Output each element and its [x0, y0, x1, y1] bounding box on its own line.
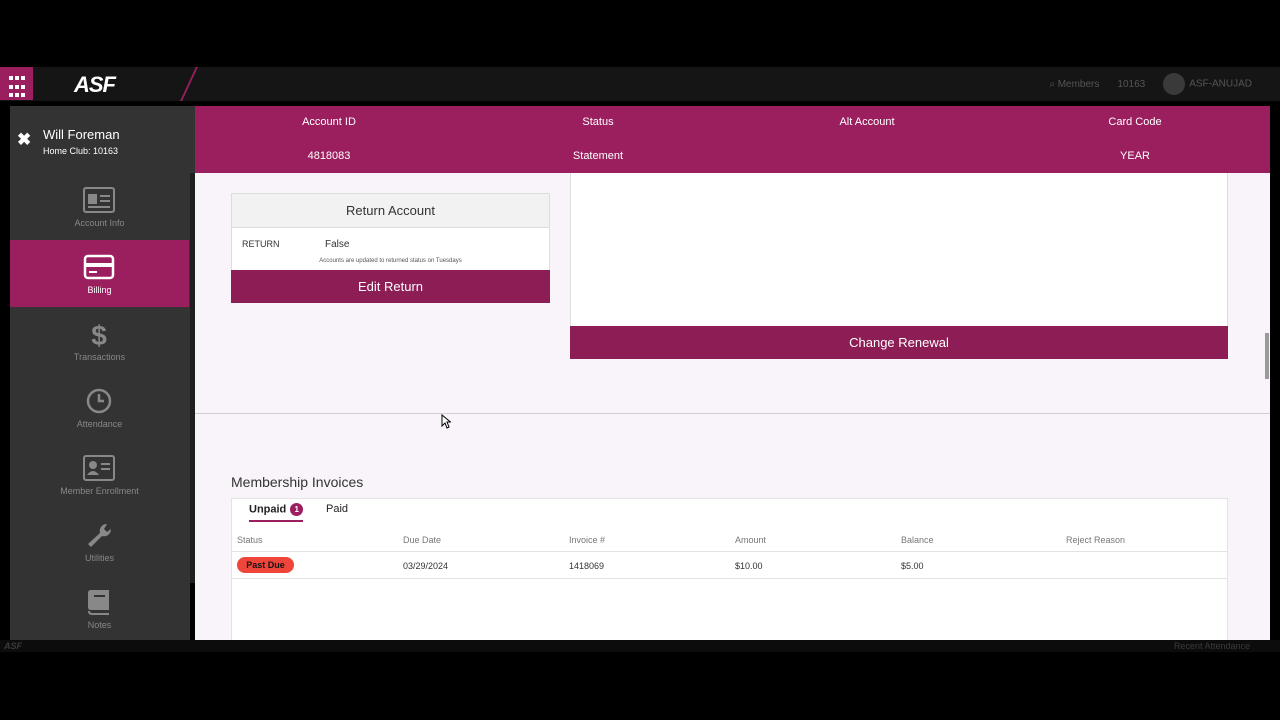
column-header-amount[interactable]: Amount — [735, 535, 766, 545]
member-name: Will Foreman — [43, 127, 120, 142]
dollar-icon: $ — [91, 321, 107, 349]
renewal-card: Change Renewal — [570, 173, 1228, 359]
sidebar-item-member-enrollment[interactable]: Member Enrollment — [10, 441, 189, 508]
close-icon[interactable]: ✖ — [17, 130, 31, 150]
row-separator — [232, 578, 1227, 579]
invoices-card: Unpaid 1 Paid Status Due Date Invoice # A… — [231, 498, 1228, 640]
tab-paid[interactable]: Paid — [326, 503, 348, 519]
top-right-controls: ⌕ Members 10163 ASF-ANUJAD — [1049, 67, 1252, 101]
header-separator — [232, 551, 1227, 552]
return-label: RETURN — [242, 239, 280, 249]
change-renewal-button[interactable]: Change Renewal — [570, 326, 1228, 359]
section-divider — [195, 413, 1270, 414]
page-scrollbar[interactable] — [1265, 333, 1269, 379]
column-header-balance[interactable]: Balance — [901, 535, 934, 545]
sidebar-item-notes[interactable]: Notes — [10, 575, 189, 642]
cell-invoice: 1418069 — [569, 561, 605, 571]
sidebar-item-account-info[interactable]: Account Info — [10, 173, 189, 240]
credit-card-icon — [83, 254, 115, 280]
clock-icon — [86, 388, 112, 414]
return-note: Accounts are updated to returned status … — [319, 258, 462, 264]
wrench-icon — [88, 523, 112, 547]
mouse-cursor-icon — [441, 414, 451, 429]
header-divider — [180, 67, 198, 101]
members-search-link[interactable]: ⌕ Members — [1049, 79, 1099, 90]
club-selector[interactable]: 10163 — [1117, 79, 1145, 90]
cell-due-date: 03/29/2024 — [403, 561, 449, 571]
notebook-icon — [88, 590, 109, 615]
return-value: False — [325, 239, 350, 250]
tab-unpaid[interactable]: Unpaid 1 — [249, 503, 304, 522]
top-app-bar: ASF ⌕ Members 10163 ASF-ANUJAD — [0, 67, 1280, 101]
invoices-title: Membership Invoices — [231, 474, 364, 490]
edit-return-button[interactable]: Edit Return — [231, 270, 550, 303]
cell-balance: $5.00 — [901, 561, 924, 571]
sidebar-item-utilities[interactable]: Utilities — [10, 508, 189, 575]
id-card-icon — [83, 187, 115, 213]
app-grid-button[interactable] — [0, 67, 33, 100]
column-header-due-date[interactable]: Due Date — [403, 535, 441, 545]
column-header-invoice[interactable]: Invoice # — [569, 535, 605, 545]
account-summary-bar: Account ID 4818083 Status Statement Alt … — [195, 106, 1270, 173]
search-icon: ⌕ — [1049, 78, 1058, 90]
user-menu[interactable]: ASF-ANUJAD — [1163, 73, 1252, 95]
sidebar-item-billing[interactable]: Billing — [10, 240, 189, 307]
app-window: ASF ⌕ Members 10163 ASF-ANUJAD ✖ Will Fo… — [0, 0, 1280, 720]
billing-content: Return Account RETURN False Accounts are… — [195, 173, 1270, 640]
sidebar-item-transactions[interactable]: $ Transactions — [10, 307, 189, 374]
bottom-bar: ASF Recent Attendance — [0, 640, 1280, 652]
return-account-title: Return Account — [232, 194, 549, 228]
asf-logo[interactable]: ASF — [74, 72, 116, 98]
member-home-club: Home Club: 10163 — [43, 146, 119, 156]
column-header-reject-reason[interactable]: Reject Reason — [1066, 535, 1125, 545]
return-account-card: Return Account RETURN False Accounts are… — [231, 193, 550, 303]
footer-logo: ASF — [4, 641, 22, 651]
status-badge: Past Due — [237, 557, 294, 573]
avatar — [1163, 73, 1186, 95]
cell-amount: $10.00 — [735, 561, 763, 571]
svg-text:$: $ — [91, 321, 107, 349]
unpaid-count-badge: 1 — [290, 503, 304, 516]
column-header-status[interactable]: Status — [237, 535, 263, 545]
sidebar: Account Info Billing $ Transactions Atte… — [10, 173, 190, 640]
recent-attendance-link[interactable]: Recent Attendance — [1174, 641, 1250, 651]
sidebar-item-attendance[interactable]: Attendance — [10, 374, 189, 441]
member-header: ✖ Will Foreman Home Club: 10163 — [10, 106, 195, 173]
member-card-icon — [83, 455, 115, 481]
